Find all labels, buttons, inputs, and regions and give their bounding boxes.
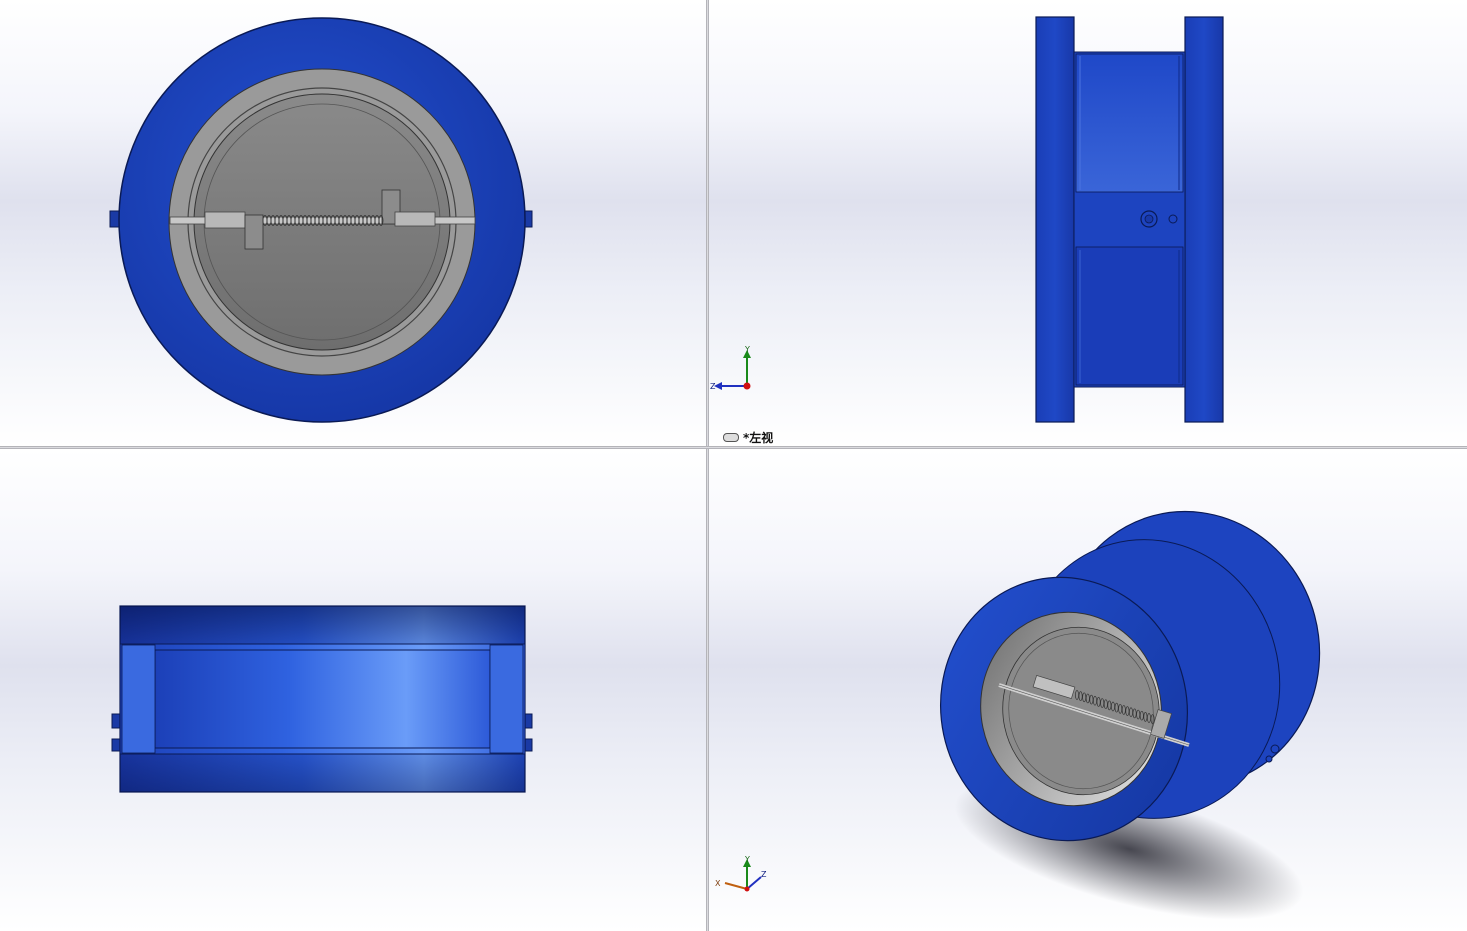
svg-text:Y: Y xyxy=(744,855,750,864)
flange-left xyxy=(1035,16,1075,423)
svg-text:X: X xyxy=(715,879,721,888)
view-name: *左视 xyxy=(743,431,774,445)
view-orientation-label: *左视 xyxy=(723,429,773,446)
viewport-divider-vertical[interactable] xyxy=(706,0,709,931)
viewport-front[interactable] xyxy=(0,0,706,446)
viewport-left[interactable]: Y Z *左视 xyxy=(709,0,1467,446)
viewport-top[interactable] xyxy=(0,449,706,931)
link-icon xyxy=(723,433,739,442)
svg-text:Y: Y xyxy=(744,345,750,354)
valve-front-view xyxy=(109,17,533,423)
valve-top-view xyxy=(111,605,533,793)
valve-isometric-view: Y X Z xyxy=(715,510,1321,920)
valve-left-view: Y Z xyxy=(710,16,1224,423)
viewport-divider-horizontal[interactable] xyxy=(0,446,1467,449)
flange-right xyxy=(1184,16,1224,423)
coordinate-triad: Y Z xyxy=(710,345,751,391)
svg-text:Z: Z xyxy=(761,870,767,879)
viewport-isometric[interactable]: Y X Z xyxy=(709,449,1467,931)
coordinate-triad-iso: Y X Z xyxy=(715,855,767,892)
svg-text:Z: Z xyxy=(710,382,716,391)
bolt-hole-small xyxy=(1168,214,1178,224)
